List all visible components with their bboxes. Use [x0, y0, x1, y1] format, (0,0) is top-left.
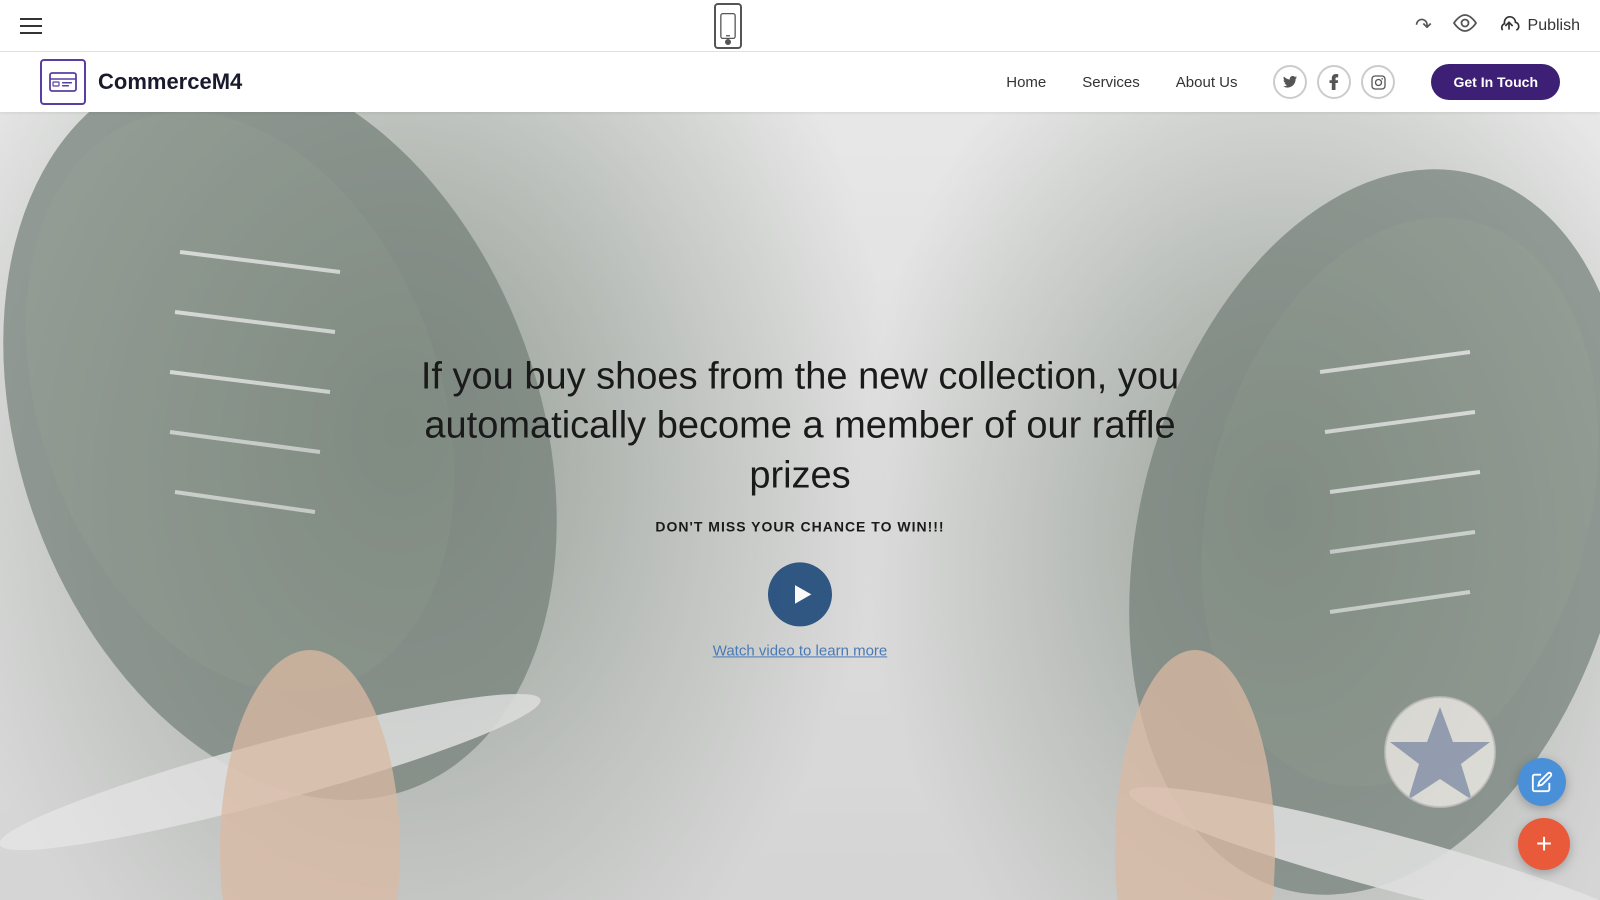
cta-button[interactable]: Get In Touch	[1431, 64, 1560, 100]
toolbar-right: ↶ Publish	[1415, 13, 1580, 38]
play-button[interactable]	[768, 563, 832, 627]
site-area: CommerceM4 Home Services About Us	[0, 52, 1600, 900]
site-header: CommerceM4 Home Services About Us	[0, 52, 1600, 112]
fab-container: +	[1518, 758, 1570, 870]
twitter-icon[interactable]	[1273, 65, 1307, 99]
facebook-icon[interactable]	[1317, 65, 1351, 99]
fab-add-button[interactable]: +	[1518, 818, 1570, 870]
undo-icon[interactable]: ↶	[1415, 13, 1432, 38]
hero-content: If you buy shoes from the new collection…	[420, 352, 1180, 659]
nav-about[interactable]: About Us	[1176, 74, 1238, 91]
logo-icon	[40, 59, 86, 105]
mobile-preview-button[interactable]	[714, 3, 742, 49]
nav-area: Home Services About Us	[1006, 64, 1560, 100]
watch-video-link[interactable]: Watch video to learn more	[420, 643, 1180, 660]
social-icons	[1273, 65, 1395, 99]
toolbar-center	[714, 3, 742, 49]
preview-icon[interactable]	[1452, 14, 1478, 38]
logo-area: CommerceM4	[40, 59, 242, 105]
fab-edit-button[interactable]	[1518, 758, 1566, 806]
hero-section: If you buy shoes from the new collection…	[0, 112, 1600, 900]
hero-headline: If you buy shoes from the new collection…	[420, 352, 1180, 500]
menu-icon[interactable]	[20, 18, 42, 34]
toolbar: ↶ Publish	[0, 0, 1600, 52]
instagram-icon[interactable]	[1361, 65, 1395, 99]
nav-home[interactable]: Home	[1006, 74, 1046, 91]
toolbar-left	[20, 18, 42, 34]
nav-services[interactable]: Services	[1082, 74, 1140, 91]
logo-text: CommerceM4	[98, 69, 242, 95]
hero-subline: DON'T MISS YOUR CHANCE TO WIN!!!	[420, 519, 1180, 535]
publish-button[interactable]: Publish	[1498, 15, 1580, 37]
